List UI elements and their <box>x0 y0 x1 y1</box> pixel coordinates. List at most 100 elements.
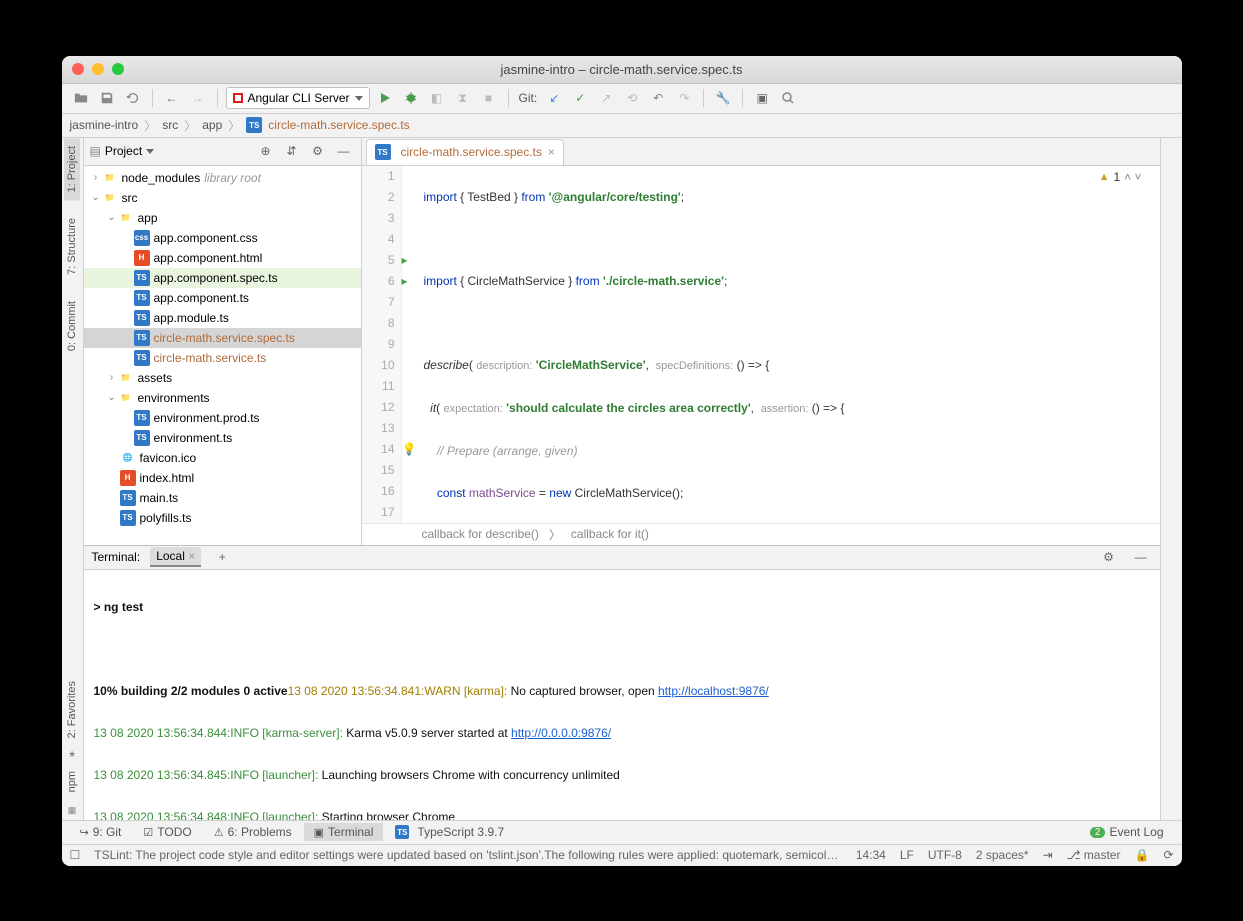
git-commit-icon[interactable]: ✓ <box>569 87 591 109</box>
editor-tab-active[interactable]: TS circle-math.service.spec.ts × <box>366 139 564 165</box>
editor-breadcrumb: callback for describe() 〉 callback for i… <box>362 523 1160 545</box>
bc-item[interactable]: src <box>162 118 178 132</box>
tree-file[interactable]: TSpolyfills.ts <box>84 508 361 528</box>
tree-file[interactable]: Happ.component.html <box>84 248 361 268</box>
link[interactable]: http://0.0.0.0:9876/ <box>511 726 611 740</box>
tree-file[interactable]: TSmain.ts <box>84 488 361 508</box>
window-title: jasmine-intro – circle-math.service.spec… <box>62 62 1182 77</box>
status-indent[interactable]: 2 spaces* <box>976 848 1029 862</box>
profile-icon[interactable]: ⧗ <box>452 87 474 109</box>
terminal-output[interactable]: > ng test 10% building 2/2 modules 0 act… <box>84 570 1160 820</box>
open-icon[interactable] <box>70 87 92 109</box>
tab-structure[interactable]: 7: Structure <box>64 210 80 283</box>
tree-node-assets[interactable]: ›📁assets <box>84 368 361 388</box>
tab-git[interactable]: ↪ 9: Git <box>70 823 132 841</box>
stop-icon[interactable]: ■ <box>478 87 500 109</box>
editor-tabs: TS circle-math.service.spec.ts × <box>362 138 1160 166</box>
expand-icon[interactable]: ⇵ <box>281 140 303 162</box>
project-label: Project <box>105 144 142 158</box>
status-line-sep[interactable]: LF <box>900 848 914 862</box>
maximize-window-button[interactable] <box>112 63 124 75</box>
tree-node-environments[interactable]: ⌄📁environments <box>84 388 361 408</box>
search-icon[interactable] <box>777 87 799 109</box>
tree-file[interactable]: TScircle-math.service.ts <box>84 348 361 368</box>
git-label: Git: <box>519 91 538 105</box>
tree-node-app[interactable]: ⌄📁app <box>84 208 361 228</box>
tab-commit[interactable]: 0: Commit <box>64 293 80 359</box>
tab-typescript[interactable]: TS TypeScript 3.9.7 <box>385 823 514 841</box>
line-numbers: 1234567891011121314151617 <box>362 166 402 523</box>
indent-icon[interactable]: ⇥ <box>1043 848 1053 862</box>
coverage-icon[interactable]: ◧ <box>426 87 448 109</box>
tab-eventlog[interactable]: 2 Event Log <box>1080 823 1174 841</box>
debug-icon[interactable] <box>400 87 422 109</box>
git-redo-icon[interactable]: ↷ <box>673 87 695 109</box>
git-pull-icon[interactable]: ↙ <box>543 87 565 109</box>
bulb-icon[interactable]: 💡 <box>402 439 422 460</box>
tree-file[interactable]: TSenvironment.prod.ts <box>84 408 361 428</box>
tree-file-selected[interactable]: TScircle-math.service.spec.ts <box>84 328 361 348</box>
project-tree[interactable]: ›📁node_moduleslibrary root ⌄📁src ⌄📁app c… <box>84 166 361 545</box>
forward-icon[interactable]: → <box>187 87 209 109</box>
hide-panel-icon[interactable]: — <box>333 140 355 162</box>
editor-area: TS circle-math.service.spec.ts × 1234567… <box>362 138 1160 545</box>
bc-item-active[interactable]: circle-math.service.spec.ts <box>268 118 409 132</box>
tab-todo[interactable]: ☑ TODO <box>133 823 201 841</box>
terminal-label: Terminal: <box>92 550 141 564</box>
editor-tab-label: circle-math.service.spec.ts <box>401 145 542 159</box>
lock-status-icon[interactable]: 🔒 <box>1134 848 1149 862</box>
tree-file[interactable]: cssapp.component.css <box>84 228 361 248</box>
run-marker-icon[interactable]: ▸ <box>402 271 422 292</box>
tab-favorites[interactable]: 2: Favorites <box>64 673 80 746</box>
run-configuration-select[interactable]: Angular CLI Server <box>226 87 370 109</box>
sync-icon[interactable]: ⟳ <box>1163 848 1173 862</box>
run-anything-icon[interactable]: ▣ <box>751 87 773 109</box>
git-push-icon[interactable]: ↗ <box>595 87 617 109</box>
left-tool-strip: 1: Project 7: Structure 0: Commit 2: Fav… <box>62 138 84 820</box>
tab-terminal[interactable]: ▣ Terminal <box>304 823 384 841</box>
locate-icon[interactable]: ⊕ <box>255 140 277 162</box>
new-terminal-icon[interactable]: + <box>211 546 233 568</box>
git-history-icon[interactable]: ⟲ <box>621 87 643 109</box>
right-tool-strip <box>1160 138 1182 820</box>
tree-file[interactable]: TSapp.component.spec.ts <box>84 268 361 288</box>
link[interactable]: http://localhost:9876/ <box>658 684 769 698</box>
tree-node-node_modules[interactable]: ›📁node_moduleslibrary root <box>84 168 361 188</box>
tab-problems[interactable]: ⚠ 6: Problems <box>204 823 302 841</box>
terminal-hide-icon[interactable]: — <box>1130 546 1152 568</box>
bc-item[interactable]: app <box>202 118 222 132</box>
tab-project[interactable]: 1: Project <box>64 138 80 200</box>
tree-file[interactable]: 🌐favicon.ico <box>84 448 361 468</box>
tree-file[interactable]: TSapp.module.ts <box>84 308 361 328</box>
code-editor[interactable]: 1234567891011121314151617 ▸ ▸ 💡 import {… <box>362 166 1160 523</box>
back-icon[interactable]: ← <box>161 87 183 109</box>
bc-item[interactable]: jasmine-intro <box>70 118 139 132</box>
tab-npm[interactable]: npm <box>64 763 80 800</box>
git-branch[interactable]: ⎇ master <box>1067 848 1121 862</box>
status-encoding[interactable]: UTF-8 <box>928 848 962 862</box>
run-icon[interactable] <box>374 87 396 109</box>
terminal-tab-local[interactable]: Local × <box>150 547 201 567</box>
run-marker-icon[interactable]: ▸ <box>402 250 422 271</box>
close-window-button[interactable] <box>72 63 84 75</box>
main-toolbar: ← → Angular CLI Server ◧ ⧗ ■ Git: ↙ ✓ ↗ … <box>62 84 1182 114</box>
ts-file-icon: TS <box>246 117 262 133</box>
inspection-indicator[interactable]: 1 ˄ ˅ <box>1099 170 1142 184</box>
refresh-icon[interactable] <box>122 87 144 109</box>
terminal-gear-icon[interactable]: ⚙ <box>1098 546 1120 568</box>
git-undo-icon[interactable]: ↶ <box>647 87 669 109</box>
tree-file[interactable]: TSapp.component.ts <box>84 288 361 308</box>
project-view-select[interactable] <box>146 149 154 154</box>
tree-node-src[interactable]: ⌄📁src <box>84 188 361 208</box>
minimize-window-button[interactable] <box>92 63 104 75</box>
editor-crumb[interactable]: callback for it() <box>571 527 649 541</box>
settings-icon[interactable]: 🔧 <box>712 87 734 109</box>
tree-file[interactable]: Hindex.html <box>84 468 361 488</box>
editor-crumb[interactable]: callback for describe() <box>422 527 539 541</box>
save-icon[interactable] <box>96 87 118 109</box>
tree-file[interactable]: TSenvironment.ts <box>84 428 361 448</box>
gear-icon[interactable]: ⚙ <box>307 140 329 162</box>
close-tab-icon[interactable]: × <box>548 145 555 159</box>
code-content[interactable]: import { TestBed } from '@angular/core/t… <box>422 166 1160 523</box>
bottom-tool-tabs: ↪ 9: Git ☑ TODO ⚠ 6: Problems ▣ Terminal… <box>62 820 1182 844</box>
